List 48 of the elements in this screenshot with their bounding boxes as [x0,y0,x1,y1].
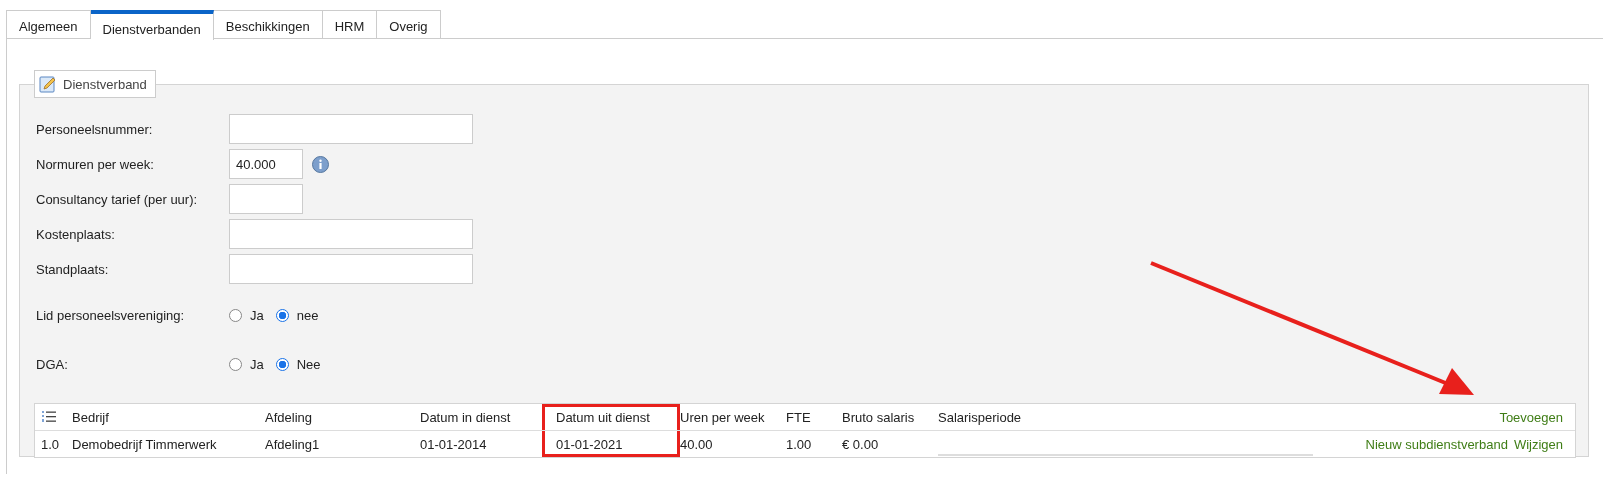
field-label: Lid personeelsvereniging: [36,307,186,323]
field-label: Personeelsnummer: [36,121,154,137]
table-cell-text: 40.00 [680,435,714,454]
column-header: FTE [786,408,812,427]
add-link[interactable]: Toevoegen [1499,409,1563,425]
radio-label: Ja [250,307,264,323]
column-header: Uren per week [680,408,766,427]
input-field[interactable]: 40.000 [229,149,303,179]
table-cell-text: Afdeling1 [265,435,321,454]
tab[interactable]: HRM [322,10,378,38]
list-icon [41,410,57,424]
tab[interactable]: Beschikkingen [213,10,323,38]
field-label: Consultancy tarief (per uur): [36,191,199,207]
table-cell-text: 1.00 [786,435,813,454]
field-label: Standplaats: [36,261,110,277]
radio-button[interactable] [229,308,242,322]
input-field[interactable] [229,254,473,284]
radio-button[interactable] [229,357,242,371]
radio-label: nee [296,307,319,323]
field-label: DGA: [36,356,69,372]
table-cell-text: Demobedrijf Timmerwerk [72,435,218,454]
edit-icon [39,75,57,93]
tab[interactable]: Dienstverbanden [90,10,214,40]
tab[interactable]: Overig [377,10,441,38]
column-header: Datum uit dienst [542,404,680,430]
table-cell-text: € 0.00 [842,435,880,454]
tab[interactable]: Algemeen [6,10,91,38]
column-header: Afdeling [265,408,313,427]
legend-text: Dienstverband [63,76,147,92]
field-label: Normuren per week: [36,156,155,172]
input-field[interactable] [229,114,473,144]
field-label: Kostenplaats: [36,226,116,242]
radio-button[interactable] [275,308,289,322]
column-header: Salarisperiode [938,408,1023,427]
table-cell: 01-01-2021 [542,431,680,457]
radio-label: Ja [250,356,264,372]
row-number: 1.0 [40,435,61,454]
info-icon[interactable] [312,155,329,173]
input-field[interactable] [229,184,303,214]
column-header: Bedrijf [72,408,110,427]
column-header: Bruto salaris [842,408,916,427]
table-cell-text: 01-01-2014 [420,435,488,454]
row-action-link[interactable]: Nieuw subdienstverband [1365,436,1508,452]
radio-label: Nee [296,356,321,372]
row-action-link[interactable]: Wijzigen [1513,436,1563,452]
radio-button[interactable] [275,357,289,371]
column-header: Datum in dienst [420,408,512,427]
input-field[interactable] [229,219,473,249]
